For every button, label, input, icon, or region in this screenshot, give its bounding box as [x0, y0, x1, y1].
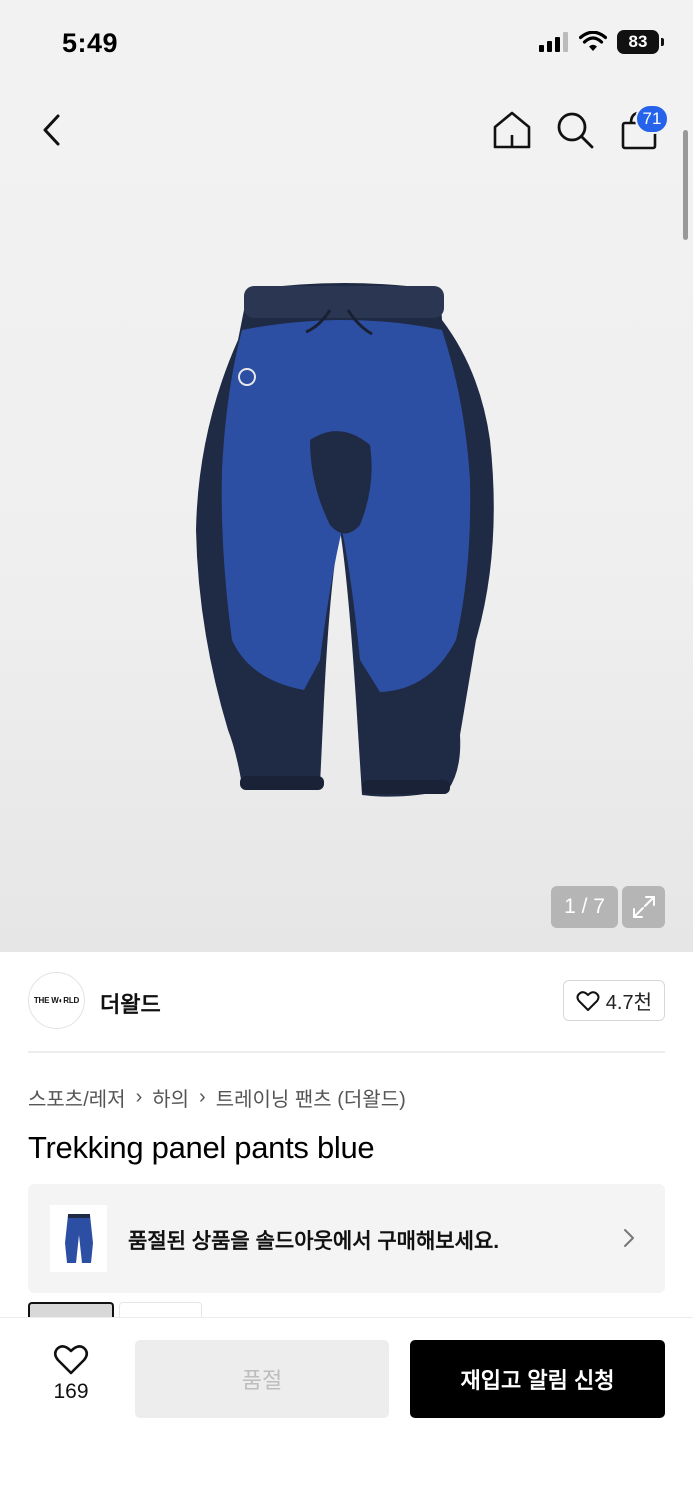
back-chevron-icon	[43, 114, 60, 146]
heart-icon	[53, 1345, 89, 1375]
breadcrumb-item-subcategory[interactable]: 하의	[152, 1083, 189, 1112]
breadcrumb: 스포츠/레저 › 하의 › 트레이닝 팬츠 (더왈드)	[28, 1083, 406, 1112]
status-bar: 5:49 83	[0, 0, 693, 90]
brand-like-button[interactable]: 4.7천	[562, 980, 665, 1021]
bottom-action-bar: 169 품절 재입고 알림 신청	[0, 1317, 693, 1500]
brand-name[interactable]: 더왈드	[100, 987, 161, 1019]
chevron-right-icon	[624, 1229, 634, 1247]
search-button[interactable]	[553, 108, 597, 152]
signal-icon	[539, 32, 568, 52]
breadcrumb-item-category[interactable]: 스포츠/레저	[28, 1083, 126, 1112]
home-button[interactable]	[490, 108, 534, 152]
back-button[interactable]	[32, 110, 72, 150]
divider	[28, 1051, 665, 1053]
wifi-icon	[579, 31, 607, 51]
image-counter: 1 / 7	[551, 886, 618, 928]
restock-alert-button[interactable]: 재입고 알림 신청	[410, 1340, 665, 1418]
product-gallery[interactable]: 71 1 / 7	[0, 90, 693, 952]
chevron-right-icon: ›	[199, 1086, 206, 1108]
battery-icon: 83	[617, 30, 664, 54]
brand-like-count: 4.7천	[605, 992, 652, 1014]
banner-text: 품절된 상품을 솔드아웃에서 구매해보세요.	[128, 1230, 500, 1253]
expand-icon	[632, 896, 655, 918]
favorite-count: 169	[53, 1380, 89, 1403]
search-icon	[557, 112, 594, 149]
cart-count-badge: 71	[635, 104, 669, 134]
soldout-button: 품절	[135, 1340, 389, 1418]
battery-level: 83	[628, 32, 648, 51]
banner-thumbnail	[50, 1205, 107, 1272]
soldout-banner[interactable]: 품절된 상품을 솔드아웃에서 구매해보세요.	[28, 1184, 665, 1293]
home-icon	[493, 111, 531, 149]
breadcrumb-item-type[interactable]: 트레이닝 팬츠 (더왈드)	[216, 1083, 406, 1112]
banner-product-image	[64, 1213, 93, 1263]
brand-logo[interactable]: THE W◐RLD	[28, 972, 85, 1029]
favorite-button[interactable]: 169	[40, 1344, 102, 1414]
expand-button[interactable]	[622, 886, 665, 928]
product-image	[196, 283, 494, 797]
brand-row[interactable]: THE W◐RLD 더왈드 4.7천	[28, 972, 665, 1030]
chevron-right-icon: ›	[135, 1086, 143, 1108]
status-icons: 83	[539, 30, 664, 54]
status-time: 5:49	[62, 28, 119, 58]
heart-icon	[576, 990, 600, 1011]
scroll-indicator	[683, 130, 688, 240]
product-title: Trekking panel pants blue	[28, 1130, 375, 1165]
